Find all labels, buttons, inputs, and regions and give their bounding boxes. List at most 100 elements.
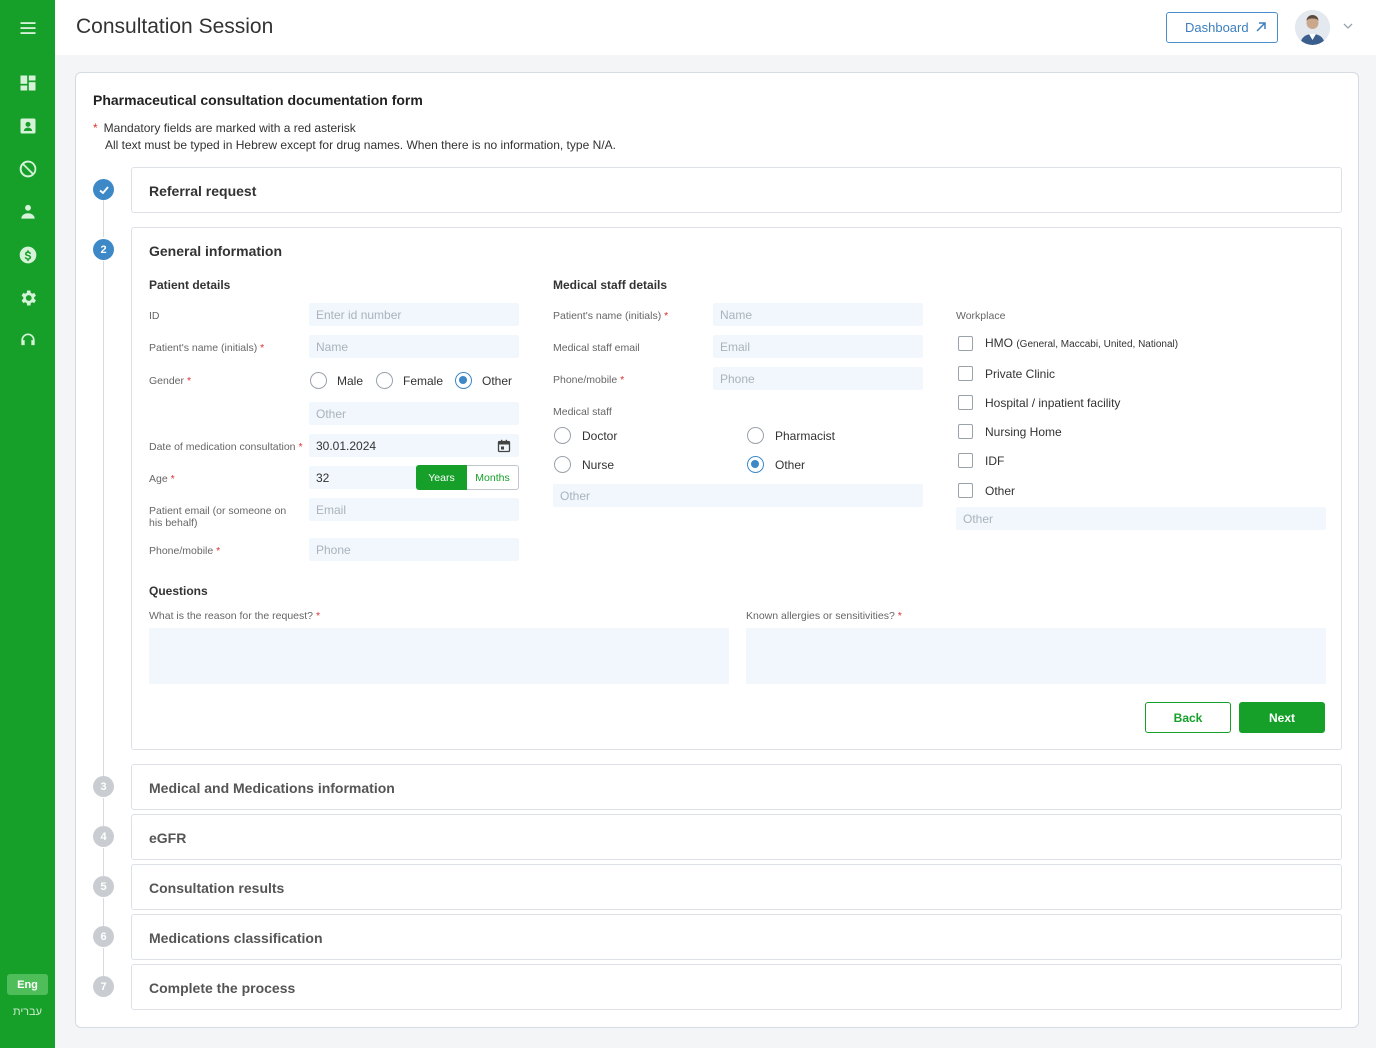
gender-other-label: Other [482,374,513,388]
gender-other-input[interactable]: Other [309,402,519,425]
age-unit-months-toggle[interactable]: Months [467,465,519,490]
billing-icon[interactable] [15,242,40,267]
staff-patient-name-input[interactable]: Name [713,303,923,326]
step-connector [103,200,104,237]
workplace-idf-checkbox[interactable] [958,453,973,468]
chevron-down-icon[interactable] [1342,20,1354,32]
consultation-date-label-text: Date of medication consultation [149,441,296,453]
menu-icon[interactable] [15,15,40,40]
step-title: Referral request [149,183,257,199]
staff-other-input[interactable]: Other [553,484,923,507]
sidebar: Eng עברית [0,0,55,1048]
staff-email-label: Medical staff email [553,342,640,354]
patient-phone-input[interactable]: Phone [309,538,519,561]
staff-pharmacist-radio[interactable] [747,427,764,444]
workplace-hmo-label-text: HMO [985,336,1013,350]
step-3-number: 3 [93,776,114,797]
mandatory-note: * Mandatory fields are marked with a red … [93,121,356,135]
workplace-hospital-checkbox[interactable] [958,395,973,410]
step-consultation-results[interactable]: Consultation results [131,864,1342,910]
required-asterisk: * [315,610,321,622]
step-5-number: 5 [93,876,114,897]
patient-id-input[interactable]: Enter id number [309,303,519,326]
patient-phone-label-text: Phone/mobile [149,545,214,557]
required-asterisk: * [664,310,669,322]
patient-email-input[interactable]: Email [309,498,519,521]
step-complete-process[interactable]: Complete the process [131,964,1342,1010]
medical-staff-label: Medical staff [553,406,612,418]
step-connector [103,848,104,877]
settings-icon[interactable] [15,285,40,310]
step-general-information: General information Patient details ID E… [131,227,1342,750]
consultation-date-label: Date of medication consultation * [149,441,303,453]
staff-nurse-radio[interactable] [554,456,571,473]
workplace-hmo-checkbox[interactable] [958,336,973,351]
staff-pharmacist-label: Pharmacist [775,429,836,443]
language-english-button[interactable]: Eng [7,974,48,995]
step-title: eGFR [149,830,187,846]
page-title: Consultation Session [76,15,274,38]
workplace-nursing-home-checkbox[interactable] [958,424,973,439]
required-asterisk: * [897,610,902,622]
patient-name-input[interactable]: Name [309,335,519,358]
step-referral-request[interactable]: Referral request [131,167,1342,213]
workplace-other-checkbox[interactable] [958,483,973,498]
team-icon[interactable] [15,199,40,224]
required-asterisk: * [170,473,175,485]
questions-heading: Questions [149,584,208,598]
staff-details-heading: Medical staff details [553,278,668,292]
staff-phone-label-text: Phone/mobile [553,374,618,386]
patient-phone-label: Phone/mobile * [149,545,220,557]
required-asterisk: * [216,545,221,557]
language-hebrew-button[interactable]: עברית [7,1003,48,1021]
staff-email-input[interactable]: Email [713,335,923,358]
back-button[interactable]: Back [1145,702,1231,733]
hebrew-note: All text must be typed in Hebrew except … [105,138,616,152]
patient-email-label: Patient email (or someone on his behalf) [149,505,287,529]
age-label-text: Age [149,473,168,485]
consultation-form-card: Pharmaceutical consultation documentatio… [75,72,1359,1028]
step-connector [103,898,104,927]
reason-label-text: What is the reason for the request? [149,610,314,622]
staff-phone-label: Phone/mobile * [553,374,624,386]
staff-nurse-label: Nurse [582,458,615,472]
required-asterisk: * [93,121,98,135]
staff-phone-input[interactable]: Phone [713,367,923,390]
reason-textarea[interactable] [149,628,729,684]
workplace-other-input[interactable]: Other [956,507,1326,530]
support-icon[interactable] [15,328,40,353]
gender-female-radio[interactable] [376,372,393,389]
user-avatar[interactable] [1295,10,1330,45]
gender-other-radio[interactable] [455,372,472,389]
consultation-date-input[interactable]: 30.01.2024 [309,434,519,457]
dashboard-button-label: Dashboard [1185,20,1249,35]
dashboard-icon[interactable] [15,70,40,95]
staff-other-label: Other [775,458,806,472]
step-egfr[interactable]: eGFR [131,814,1342,860]
blocked-icon[interactable] [15,156,40,181]
patient-name-label-text: Patient's name (initials) [149,342,258,354]
age-input[interactable]: 32 [309,466,417,489]
allergies-textarea[interactable] [746,628,1326,684]
step-title: Consultation results [149,880,285,896]
step-connector [103,798,104,827]
step-medical-medications-info[interactable]: Medical and Medications information [131,764,1342,810]
age-unit-years-toggle[interactable]: Years [416,465,467,490]
step-title: General information [149,243,283,259]
calendar-icon[interactable] [497,439,511,453]
staff-doctor-radio[interactable] [554,427,571,444]
gender-female-label: Female [403,374,444,388]
next-button[interactable]: Next [1239,702,1325,733]
step-medications-classification[interactable]: Medications classification [131,914,1342,960]
form-title: Pharmaceutical consultation documentatio… [93,92,423,108]
gender-male-radio[interactable] [310,372,327,389]
workplace-private-clinic-checkbox[interactable] [958,366,973,381]
patient-details-heading: Patient details [149,278,231,292]
patient-name-label: Patient's name (initials) * [149,342,264,354]
contacts-icon[interactable] [15,113,40,138]
step-title: Complete the process [149,980,296,996]
staff-other-radio[interactable] [747,456,764,473]
step-6-number: 6 [93,926,114,947]
staff-patient-name-label: Patient's name (initials) * [553,310,668,322]
dashboard-button[interactable]: Dashboard [1166,12,1278,43]
